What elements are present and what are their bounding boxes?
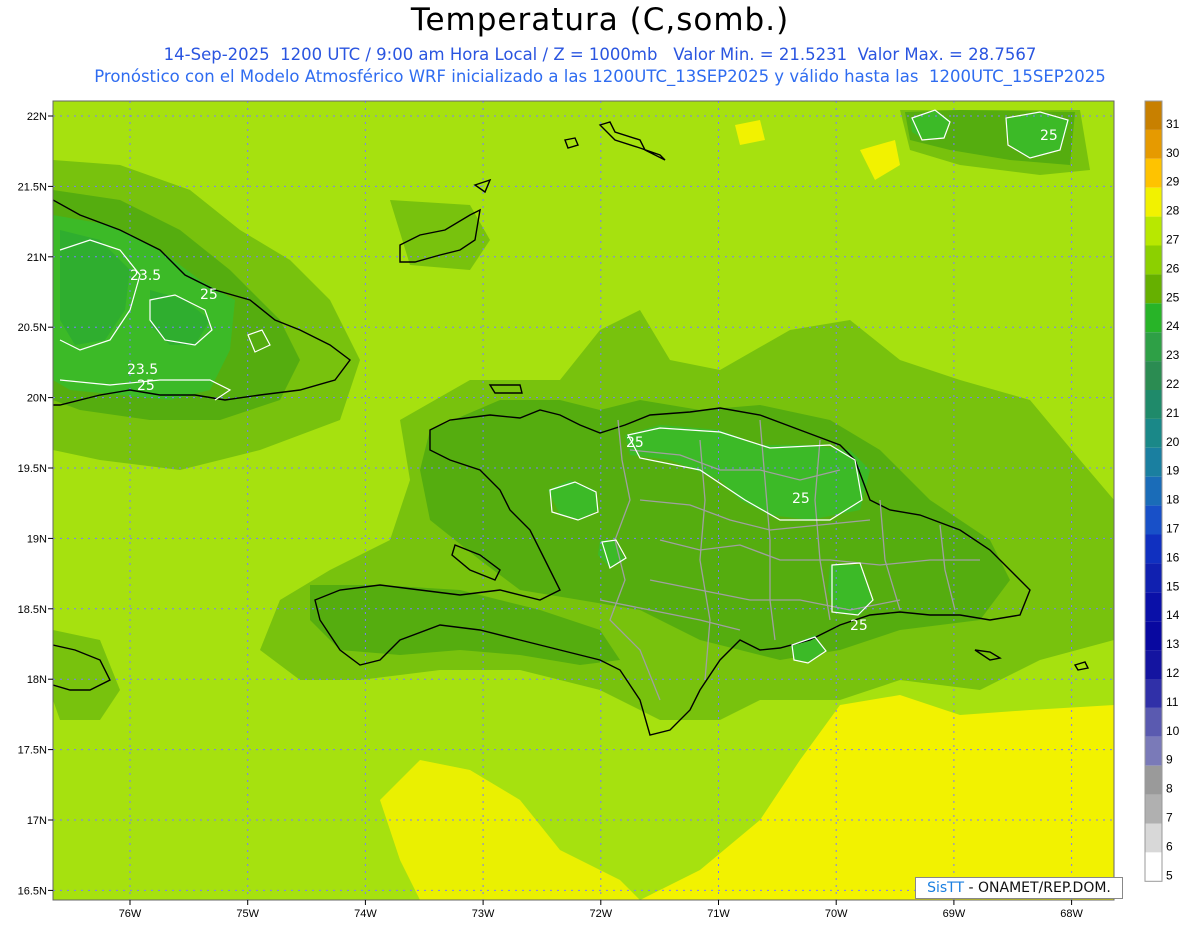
colorbar-label: 25 (1166, 290, 1180, 304)
map-plot-area (53, 101, 1114, 900)
colorbar-swatch (1145, 101, 1162, 130)
colorbar-swatch (1145, 245, 1162, 275)
colorbar-label: 10 (1166, 724, 1180, 738)
colorbar-label: 6 (1166, 839, 1173, 853)
longitude-label: 71W (707, 908, 730, 920)
colorbar-label: 27 (1166, 233, 1180, 247)
colorbar-label: 30 (1166, 146, 1180, 160)
colorbar-label: 13 (1166, 637, 1180, 651)
colorbar-label: 26 (1166, 261, 1180, 275)
colorbar-label: 24 (1166, 319, 1180, 333)
longitude-label: 70W (825, 908, 848, 920)
colorbar-label: 17 (1166, 522, 1180, 536)
longitude-labels: 76W 75W 74W 73W 72W 71W 70W 69W 68W (119, 900, 1084, 920)
colorbar-label: 22 (1166, 377, 1180, 391)
colorbar-swatch (1145, 534, 1162, 564)
longitude-label: 72W (589, 908, 612, 920)
latitude-label: 17N (27, 815, 47, 827)
latitude-label: 16.5N (18, 885, 47, 897)
latitude-label: 21.5N (18, 181, 47, 193)
credit-text: - ONAMET/REP.DOM. (968, 880, 1111, 896)
colorbar-swatch (1145, 476, 1162, 506)
longitude-label: 68W (1060, 908, 1083, 920)
colorbar-label: 21 (1166, 406, 1180, 420)
colorbar-swatch (1145, 707, 1162, 737)
colorbar-swatch (1145, 650, 1162, 679)
colorbar-swatch (1145, 332, 1162, 362)
contour-label: 25 (200, 287, 218, 303)
latitude-label: 18.5N (18, 604, 47, 616)
colorbar-swatch (1145, 823, 1162, 853)
latitude-label: 21N (27, 252, 47, 264)
colorbar-label: 11 (1166, 695, 1179, 709)
latitude-labels: 22N 21.5N 21N 20.5N 20N 19.5N 19N 18.5N 18N 17.5N… (18, 111, 53, 897)
colorbar-swatch (1145, 361, 1162, 390)
latitude-label: 20N (27, 393, 47, 405)
colorbar-label: 23 (1166, 348, 1180, 362)
colorbar-label: 18 (1166, 493, 1180, 507)
temperature-map: 22N 21.5N 21N 20.5N 20N 19.5N 19N 18.5N 18N 17.5N… (18, 100, 1180, 920)
colorbar-label: 14 (1166, 608, 1180, 622)
colorbar-label: 16 (1166, 550, 1180, 564)
colorbar-swatch (1145, 621, 1162, 651)
credit-brand: SisTT (927, 880, 965, 896)
colorbar-label: 20 (1166, 435, 1180, 449)
colorbar-swatch (1145, 129, 1162, 159)
longitude-label: 69W (943, 908, 966, 920)
latitude-label: 18N (27, 674, 47, 686)
longitude-label: 73W (472, 908, 495, 920)
latitude-label: 17.5N (18, 745, 47, 757)
contour-label: 25 (850, 618, 868, 634)
credit-box: SisTT - ONAMET/REP.DOM. (915, 877, 1123, 899)
colorbar-swatch (1145, 303, 1162, 333)
contour-label: 23.5 (127, 362, 158, 378)
colorbar-label: 5 (1166, 868, 1173, 882)
latitude-label: 19.5N (18, 463, 47, 475)
colorbar-swatch (1145, 216, 1162, 246)
colorbar-swatch (1145, 187, 1162, 217)
colorbar-swatch (1145, 390, 1162, 419)
contour-label: 23.5 (130, 268, 161, 284)
contour-label: 25 (626, 435, 644, 451)
colorbar-swatch (1145, 679, 1162, 708)
colorbar-swatch (1145, 447, 1162, 477)
contour-label: 25 (1040, 128, 1058, 144)
latitude-label: 20.5N (18, 322, 47, 334)
contour-label: 25 (137, 378, 155, 394)
colorbar-label: 15 (1166, 579, 1180, 593)
colorbar-label: 29 (1166, 175, 1180, 189)
colorbar: 31 30 29 28 27 26 25 24 23 22 21 20 19 18 17 16 15 14 13 12… (1144, 100, 1180, 882)
colorbar-swatch (1145, 418, 1162, 448)
colorbar-swatch (1145, 736, 1162, 766)
colorbar-swatch (1145, 505, 1162, 535)
colorbar-label: 7 (1166, 811, 1173, 825)
colorbar-label: 31 (1166, 117, 1180, 131)
colorbar-swatch (1145, 852, 1162, 882)
colorbar-swatch (1145, 158, 1162, 188)
latitude-label: 19N (27, 533, 47, 545)
colorbar-label: 9 (1166, 753, 1173, 767)
colorbar-swatch (1145, 794, 1162, 824)
contour-label: 25 (792, 491, 810, 507)
colorbar-swatch (1145, 592, 1162, 622)
colorbar-label: 12 (1166, 666, 1180, 680)
colorbar-label: 28 (1166, 204, 1180, 218)
colorbar-label: 8 (1166, 782, 1173, 796)
longitude-label: 75W (236, 908, 259, 920)
colorbar-swatch (1145, 274, 1162, 304)
longitude-label: 76W (119, 908, 142, 920)
latitude-label: 22N (27, 111, 47, 123)
colorbar-swatch (1145, 765, 1162, 795)
colorbar-swatch (1145, 563, 1162, 593)
colorbar-label: 19 (1166, 464, 1180, 478)
longitude-label: 74W (354, 908, 377, 920)
